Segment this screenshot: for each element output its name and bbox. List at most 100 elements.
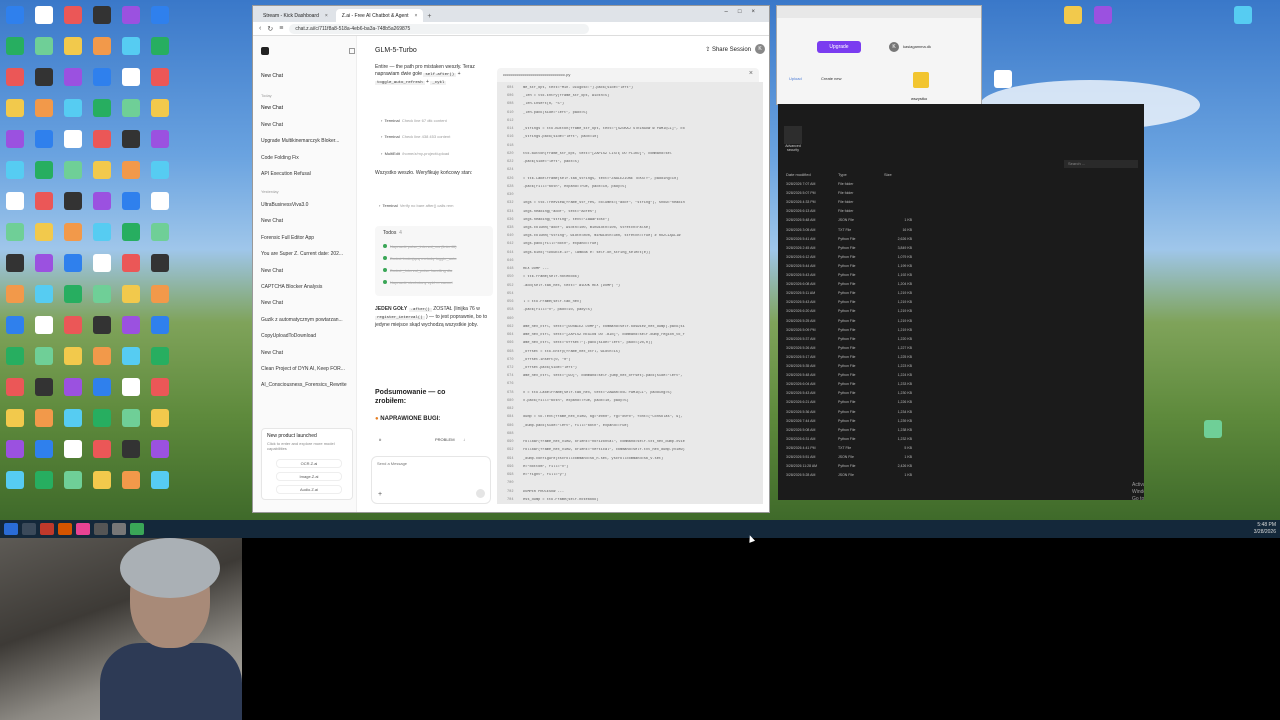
- col-date-modified[interactable]: Date modified: [786, 172, 811, 177]
- desktop-icon[interactable]: [60, 254, 86, 272]
- sidebar-chat-item[interactable]: New Chat: [261, 268, 353, 274]
- close-icon[interactable]: ×: [325, 13, 328, 19]
- new-tab-icon[interactable]: +: [427, 13, 431, 20]
- desktop-icon[interactable]: [89, 6, 115, 24]
- desktop-icon[interactable]: [147, 161, 173, 179]
- sidebar-chat-item[interactable]: API Execution Refusal: [261, 171, 353, 177]
- desktop-icon[interactable]: [31, 254, 57, 272]
- desktop-icon[interactable]: [60, 161, 86, 179]
- explorer-row[interactable]: 3/28/2026 6:04 AM Python File 1,233 KB: [786, 382, 926, 386]
- desktop-icon[interactable]: [2, 99, 28, 117]
- explorer-row[interactable]: 3/28/2026 5:09 PM Python File 1,219 KB: [786, 328, 926, 332]
- desktop-icon[interactable]: [31, 161, 57, 179]
- product-launch-card[interactable]: New product launched Click to enter and …: [261, 428, 353, 500]
- app-icon[interactable]: [130, 523, 144, 535]
- desktop-icon[interactable]: [147, 471, 173, 489]
- sidebar-chat-item[interactable]: New Chat: [261, 350, 353, 356]
- desktop-icon[interactable]: [147, 130, 173, 148]
- model-title[interactable]: GLM-5-Turbo: [375, 47, 417, 54]
- sidebar-chat-item[interactable]: AI_Consciousness_Forensics_Rewrite: [261, 382, 353, 388]
- shield-icon[interactable]: [784, 126, 802, 144]
- desktop-icon[interactable]: [118, 192, 144, 210]
- desktop-icon[interactable]: [60, 37, 86, 55]
- brave-icon[interactable]: [40, 523, 54, 535]
- desktop-icon[interactable]: [89, 99, 115, 117]
- desktop-icon[interactable]: [31, 285, 57, 303]
- desktop-icon[interactable]: [147, 409, 173, 427]
- desktop-icon[interactable]: [1230, 6, 1256, 24]
- sidebar-chat-item[interactable]: You are Super Z. Current date: 202...: [261, 251, 353, 257]
- desktop-icon[interactable]: [990, 70, 1016, 88]
- explorer-row[interactable]: 3/28/2026 5:48 AM JSON File 1 KB: [786, 218, 926, 222]
- desktop-icon[interactable]: [1090, 6, 1116, 24]
- desktop-icon[interactable]: [118, 37, 144, 55]
- sidebar-chat-item[interactable]: CopyUploadToDownload: [261, 333, 353, 339]
- desktop-icon[interactable]: [60, 192, 86, 210]
- explorer-row[interactable]: 3/28/2026 5:37 AM Python File 1,220 KB: [786, 337, 926, 341]
- desktop-icon[interactable]: [31, 223, 57, 241]
- desktop-icon[interactable]: [2, 161, 28, 179]
- desktop-icon[interactable]: [31, 440, 57, 458]
- desktop-icon[interactable]: [118, 471, 144, 489]
- explorer-row[interactable]: 3/28/2026 6:21 AM Python File 1,226 KB: [786, 400, 926, 404]
- audio-link[interactable]: Audio.Z.ai: [276, 485, 342, 494]
- explorer-row[interactable]: 3/28/2026 6:08 AM Python File 1,204 KB: [786, 282, 926, 286]
- desktop-icon[interactable]: [118, 347, 144, 365]
- back-icon[interactable]: ‹: [259, 25, 261, 32]
- desktop-icon[interactable]: [147, 316, 173, 334]
- window-controls[interactable]: –□×: [725, 9, 765, 15]
- desktop-icon[interactable]: [31, 68, 57, 86]
- explorer-row[interactable]: 3/28/2026 4:33 PM File folder: [786, 200, 926, 204]
- explorer-row[interactable]: 3/28/2026 5:41 AM Python File 2,626 KB: [786, 237, 926, 241]
- desktop-icon[interactable]: [118, 409, 144, 427]
- explorer-row[interactable]: 3/28/2026 7:44 AM Python File 1,239 KB: [786, 419, 926, 423]
- sidebar-chat-item[interactable]: Upgrade Multikinemarczyk Bloker...: [261, 138, 353, 144]
- sidebar-toggle-icon[interactable]: [349, 48, 355, 54]
- desktop-icon[interactable]: [147, 6, 173, 24]
- desktop-icon[interactable]: [147, 223, 173, 241]
- desktop-icon[interactable]: [89, 409, 115, 427]
- file-tab[interactable]: ccccccccccccccccccccccccccccccc.py ×: [497, 68, 759, 82]
- desktop-icon[interactable]: [89, 378, 115, 396]
- desktop-icon[interactable]: [2, 223, 28, 241]
- explorer-row[interactable]: 3/28/2026 7:07 AM File folder: [786, 182, 926, 186]
- explorer-row[interactable]: 3/28/2026 5:08 AM Python File 1,238 KB: [786, 428, 926, 432]
- sidebar-chat-item[interactable]: CAPTCHA Blocker Analysis: [261, 284, 353, 290]
- desktop-icon[interactable]: [2, 192, 28, 210]
- tool-call-terminal[interactable]: › Terminal Check line 438 453 content: [381, 134, 493, 139]
- close-icon[interactable]: ×: [414, 13, 417, 19]
- desktop-icon[interactable]: [89, 192, 115, 210]
- desktop-icon[interactable]: [60, 409, 86, 427]
- desktop-icon[interactable]: [89, 347, 115, 365]
- desktop-icon[interactable]: [89, 471, 115, 489]
- desktop-icon[interactable]: [89, 316, 115, 334]
- desktop-icon[interactable]: [60, 347, 86, 365]
- share-session-button[interactable]: ⇪ Share Session: [705, 46, 751, 53]
- explorer-row[interactable]: 3/28/2026 5:35 AM Python File 1,223 KB: [786, 364, 926, 368]
- explorer-row[interactable]: 3/28/2026 5:36 AM Python File 1,234 KB: [786, 410, 926, 414]
- explorer-row[interactable]: 3/28/2026 3:05 AM TXT File 16 KB: [786, 228, 926, 232]
- code-viewer[interactable]: 604 me_str_opt, text="Min. Długość:").pac…: [497, 82, 763, 504]
- desktop-icon[interactable]: [2, 285, 28, 303]
- upload-button[interactable]: Upload: [789, 76, 802, 81]
- close-icon[interactable]: ×: [749, 70, 753, 77]
- desktop-icon[interactable]: [89, 161, 115, 179]
- explorer-row[interactable]: 3/28/2026 6:20 AM Python File 1,219 KB: [786, 309, 926, 313]
- sidebar-chat-item[interactable]: Code Folding Fix: [261, 155, 353, 161]
- desktop-icon[interactable]: [118, 285, 144, 303]
- desktop-icon[interactable]: [31, 378, 57, 396]
- desktop-icon[interactable]: [118, 316, 144, 334]
- desktop-icon[interactable]: [89, 130, 115, 148]
- desktop-icon[interactable]: [31, 37, 57, 55]
- attach-icon[interactable]: +: [378, 491, 382, 498]
- start-icon[interactable]: [4, 523, 18, 535]
- new-chat-button[interactable]: New Chat: [261, 73, 283, 79]
- desktop-icon[interactable]: [118, 6, 144, 24]
- col-size[interactable]: Size: [884, 172, 892, 177]
- tool-call-multiedit[interactable]: › MultiEdit /home/z/my-project/upload: [381, 151, 493, 156]
- desktop-icon[interactable]: [60, 130, 86, 148]
- todos-panel[interactable]: Todos 4 Naprawić pulse_interval_ms (lini…: [375, 226, 493, 296]
- desktop-icon[interactable]: [31, 99, 57, 117]
- desktop-icon[interactable]: [2, 254, 28, 272]
- explorer-row[interactable]: 3/28/2026 5:11 AM Python File 1,219 KB: [786, 291, 926, 295]
